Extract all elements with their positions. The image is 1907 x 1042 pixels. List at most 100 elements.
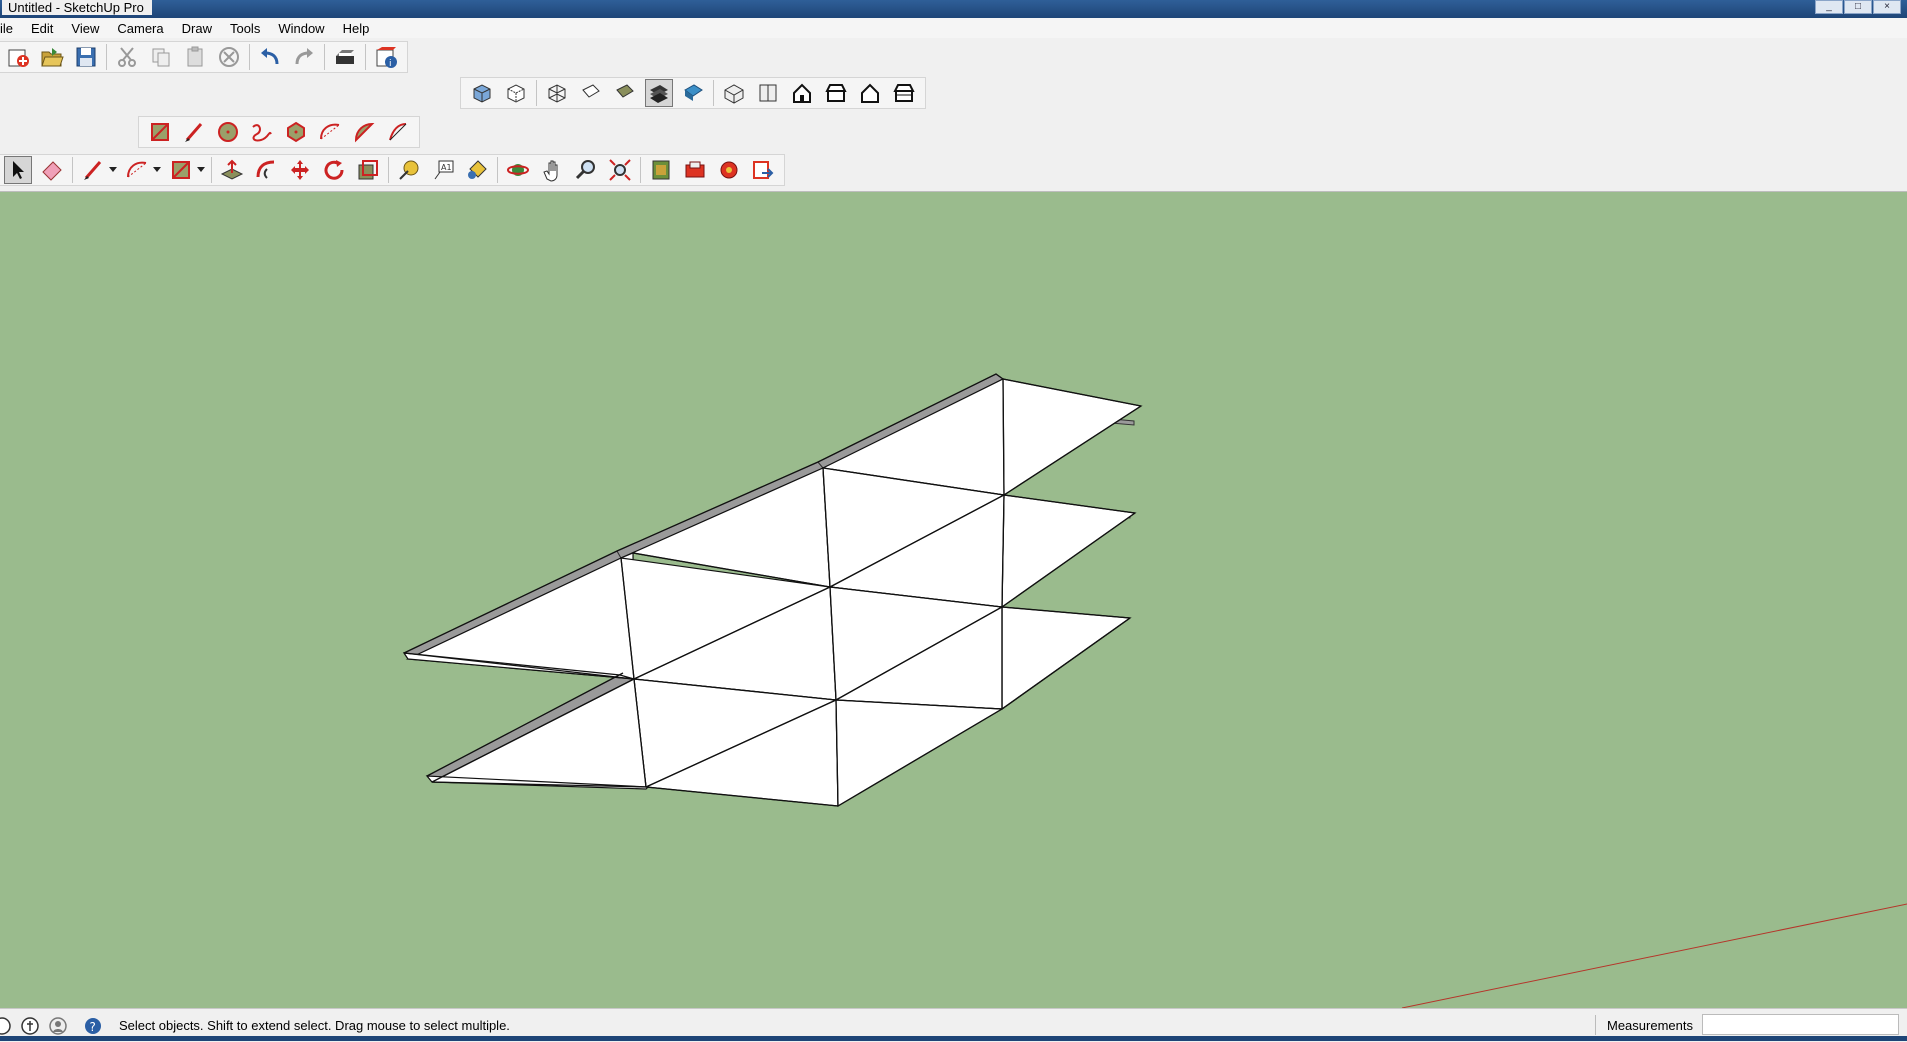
new-icon[interactable] xyxy=(4,43,32,71)
credits-icon[interactable] xyxy=(20,1016,40,1036)
paint-bucket-icon[interactable] xyxy=(463,156,491,184)
iso-view-icon[interactable] xyxy=(720,79,748,107)
send-to-layout-icon[interactable] xyxy=(749,156,777,184)
shaded-textures-icon[interactable] xyxy=(645,79,673,107)
arc-tool-icon[interactable] xyxy=(123,156,151,184)
hidden-line-icon[interactable] xyxy=(577,79,605,107)
maximize-button[interactable]: □ xyxy=(1844,0,1872,14)
window-controls: _ □ × xyxy=(1814,0,1901,14)
rotate-icon[interactable] xyxy=(320,156,348,184)
chevron-down-icon[interactable] xyxy=(108,156,118,184)
svg-text:?: ? xyxy=(90,1020,96,1034)
wireframe-icon[interactable] xyxy=(543,79,571,107)
3d-warehouse-icon[interactable] xyxy=(647,156,675,184)
drawing-toolbar xyxy=(138,116,420,148)
pencil-icon[interactable] xyxy=(79,156,107,184)
cut-icon[interactable] xyxy=(113,43,141,71)
circle-icon[interactable] xyxy=(214,118,242,146)
main-toolbar: A1 xyxy=(0,154,785,186)
tape-measure-icon[interactable] xyxy=(395,156,423,184)
rectangle-icon[interactable] xyxy=(146,118,174,146)
freehand-icon[interactable] xyxy=(248,118,276,146)
toolbar-area: i A1 xyxy=(0,38,1907,192)
status-hint: Select objects. Shift to extend select. … xyxy=(119,1018,510,1033)
left-view-icon[interactable] xyxy=(890,79,918,107)
followme-icon[interactable] xyxy=(252,156,280,184)
title-bar: Untitled - SketchUp Pro _ □ × xyxy=(0,0,1907,18)
xray-icon[interactable] xyxy=(468,79,496,107)
red-axis-line xyxy=(1401,903,1907,1008)
front-view-icon[interactable] xyxy=(788,79,816,107)
orbit-icon[interactable] xyxy=(504,156,532,184)
svg-text:A1: A1 xyxy=(441,163,452,172)
open-icon[interactable] xyxy=(38,43,66,71)
toolbar-separator xyxy=(713,80,714,106)
text-icon[interactable]: A1 xyxy=(429,156,457,184)
toolbar-separator xyxy=(365,44,366,70)
user-account-icon[interactable] xyxy=(48,1016,68,1036)
toolbar-separator xyxy=(72,157,73,183)
minimize-button[interactable]: _ xyxy=(1815,0,1843,14)
shaded-icon[interactable] xyxy=(611,79,639,107)
help-icon[interactable]: ? xyxy=(83,1016,103,1036)
eraser-icon[interactable] xyxy=(38,156,66,184)
toolbar-separator xyxy=(388,157,389,183)
window-title: Untitled - SketchUp Pro xyxy=(2,0,152,15)
undo-icon[interactable] xyxy=(256,43,284,71)
redo-icon[interactable] xyxy=(290,43,318,71)
pie-icon[interactable] xyxy=(350,118,378,146)
polygon-icon[interactable] xyxy=(282,118,310,146)
scale-icon[interactable] xyxy=(354,156,382,184)
menu-view[interactable]: View xyxy=(62,21,108,36)
back-edges-icon[interactable] xyxy=(502,79,530,107)
svg-text:i: i xyxy=(389,59,392,69)
print-icon[interactable] xyxy=(331,43,359,71)
close-button[interactable]: × xyxy=(1873,0,1901,14)
pushpull-icon[interactable] xyxy=(218,156,246,184)
menu-edit[interactable]: Edit xyxy=(22,21,62,36)
copy-icon[interactable] xyxy=(147,43,175,71)
two-point-arc-icon[interactable] xyxy=(384,118,412,146)
chevron-down-icon[interactable] xyxy=(196,156,206,184)
measurements-input[interactable] xyxy=(1702,1014,1899,1035)
standard-toolbar: i xyxy=(0,41,408,73)
status-separator xyxy=(1595,1015,1596,1035)
geo-location-icon[interactable] xyxy=(0,1016,12,1036)
toolbar-separator xyxy=(640,157,641,183)
toolbar-separator xyxy=(497,157,498,183)
menu-camera[interactable]: Camera xyxy=(108,21,172,36)
toolbar-separator xyxy=(211,157,212,183)
measurements-label: Measurements xyxy=(1607,1018,1693,1033)
menu-bar: ile Edit View Camera Draw Tools Window H… xyxy=(0,18,1907,38)
paste-icon[interactable] xyxy=(181,43,209,71)
select-icon[interactable] xyxy=(4,156,32,184)
menu-help[interactable]: Help xyxy=(334,21,379,36)
move-icon[interactable] xyxy=(286,156,314,184)
model-viewport[interactable] xyxy=(0,192,1907,1008)
extension-warehouse-icon[interactable] xyxy=(681,156,709,184)
menu-tools[interactable]: Tools xyxy=(221,21,269,36)
menu-file[interactable]: ile xyxy=(0,21,22,36)
model-info-icon[interactable]: i xyxy=(372,43,400,71)
erase-icon[interactable] xyxy=(215,43,243,71)
monochrome-icon[interactable] xyxy=(679,79,707,107)
chevron-down-icon[interactable] xyxy=(152,156,162,184)
top-view-icon[interactable] xyxy=(754,79,782,107)
toolbar-separator xyxy=(249,44,250,70)
arc-icon[interactable] xyxy=(316,118,344,146)
menu-window[interactable]: Window xyxy=(269,21,333,36)
menu-draw[interactable]: Draw xyxy=(173,21,221,36)
toolbar-separator xyxy=(536,80,537,106)
save-icon[interactable] xyxy=(72,43,100,71)
folded-plate-surface xyxy=(402,378,1143,808)
line-icon[interactable] xyxy=(180,118,208,146)
layout-icon[interactable] xyxy=(715,156,743,184)
zoom-icon[interactable] xyxy=(572,156,600,184)
pan-icon[interactable] xyxy=(538,156,566,184)
right-view-icon[interactable] xyxy=(822,79,850,107)
back-view-icon[interactable] xyxy=(856,79,884,107)
shape-icon[interactable] xyxy=(167,156,195,184)
zoom-extents-icon[interactable] xyxy=(606,156,634,184)
toolbar-separator xyxy=(106,44,107,70)
model-canvas[interactable] xyxy=(0,192,1907,1008)
